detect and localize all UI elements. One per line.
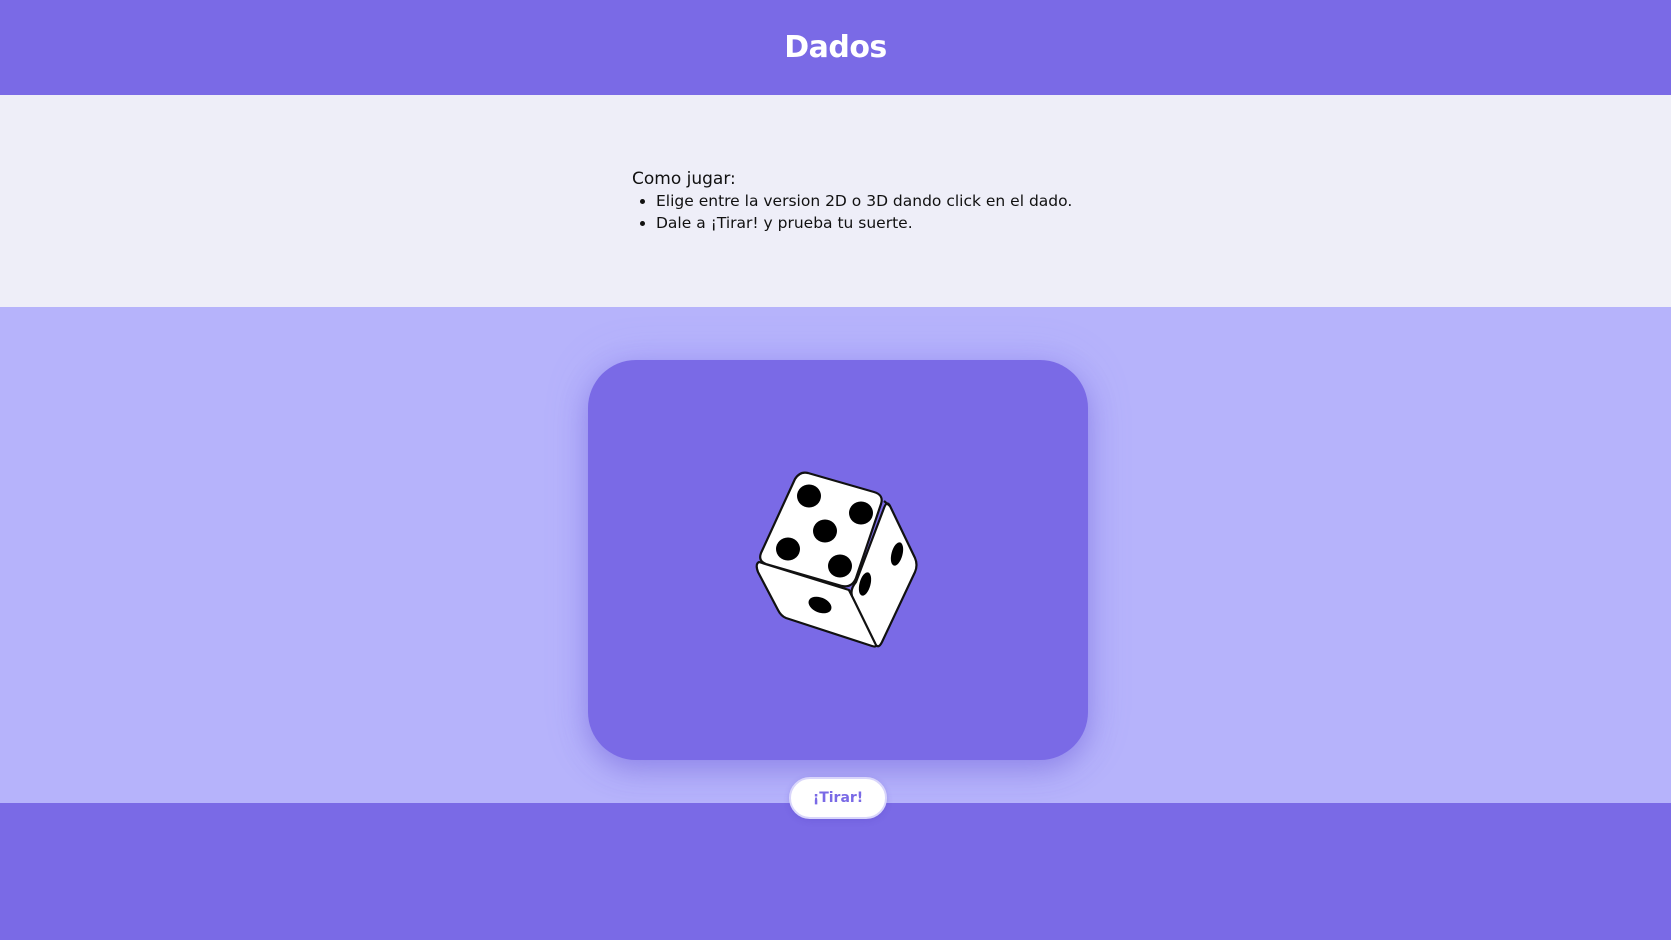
dice-pip [828,554,852,578]
instructions-section: Como jugar: Elige entre la version 2D o … [0,95,1671,307]
instructions-item: Dale a ¡Tirar! y prueba tu suerte. [656,212,1072,234]
page-title: Dados [784,30,887,65]
instructions-list: Elige entre la version 2D o 3D dando cli… [632,190,1072,234]
dice-pip [797,484,821,508]
game-area [0,307,1671,803]
dice-pip [849,501,873,525]
dice-pip [813,519,837,543]
instructions-title: Como jugar: [632,169,736,189]
instructions-block: Como jugar: Elige entre la version 2D o … [632,168,1072,234]
dice-icon[interactable] [588,360,1088,760]
roll-button[interactable]: ¡Tirar! [789,777,887,819]
page-header: Dados [0,0,1671,95]
instructions-item: Elige entre la version 2D o 3D dando cli… [656,190,1072,212]
dice-pip [776,537,800,561]
page-footer [0,803,1671,940]
dice-card[interactable] [588,360,1088,760]
